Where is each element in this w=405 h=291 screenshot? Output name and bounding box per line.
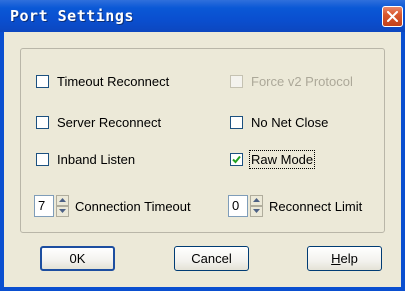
reconnect-limit-label: Reconnect Limit — [269, 198, 363, 214]
arrow-down-icon — [253, 209, 260, 213]
ok-button[interactable]: 0K — [40, 246, 115, 271]
title-bar[interactable]: Port Settings — [0, 0, 405, 32]
spin-up-button[interactable] — [250, 195, 263, 206]
spin-down-button[interactable] — [250, 206, 263, 217]
server-reconnect-checkbox[interactable]: Server Reconnect — [36, 114, 161, 130]
timeout-reconnect-label: Timeout Reconnect — [57, 73, 170, 89]
arrow-down-icon — [59, 209, 66, 213]
arrow-up-icon — [59, 198, 66, 202]
window-frame-bottom — [0, 287, 405, 291]
help-label: elp — [340, 251, 358, 266]
checkbox-box[interactable] — [36, 152, 49, 166]
inband-listen-checkbox[interactable]: Inband Listen — [36, 151, 135, 167]
no-net-close-label: No Net Close — [251, 114, 329, 130]
window-frame-right — [401, 32, 405, 291]
checkbox-box[interactable] — [230, 115, 243, 129]
help-mnemonic: H — [331, 251, 341, 266]
raw-mode-label: Raw Mode — [248, 149, 316, 169]
window-frame-left — [0, 32, 4, 291]
close-icon — [387, 11, 398, 22]
raw-mode-checkbox[interactable]: Raw Mode — [230, 149, 316, 169]
checkbox-box[interactable] — [36, 115, 49, 129]
force-v2-protocol-label: Force v2 Protocol — [251, 73, 353, 89]
reconnect-limit-spinner: 0 Reconnect Limit — [228, 195, 362, 217]
connection-timeout-input[interactable]: 7 — [34, 195, 54, 217]
checkbox-box — [230, 74, 243, 88]
port-settings-dialog: Port Settings Timeout Reconnect Force v2… — [0, 0, 405, 291]
spin-down-button[interactable] — [56, 206, 69, 217]
connection-timeout-label: Connection Timeout — [75, 198, 191, 214]
checkbox-box[interactable] — [36, 74, 49, 88]
force-v2-protocol-checkbox: Force v2 Protocol — [230, 73, 353, 89]
spin-up-button[interactable] — [56, 195, 69, 206]
close-button[interactable] — [382, 6, 403, 27]
timeout-reconnect-checkbox[interactable]: Timeout Reconnect — [36, 73, 169, 89]
dialog-title: Port Settings — [10, 7, 134, 25]
cancel-button[interactable]: Cancel — [174, 246, 249, 271]
connection-timeout-spinner: 7 Connection Timeout — [34, 195, 191, 217]
arrow-up-icon — [253, 198, 260, 202]
inband-listen-label: Inband Listen — [57, 151, 136, 167]
reconnect-limit-input[interactable]: 0 — [228, 195, 248, 217]
server-reconnect-label: Server Reconnect — [57, 114, 162, 130]
checkbox-box-checked[interactable] — [230, 152, 243, 166]
no-net-close-checkbox[interactable]: No Net Close — [230, 114, 328, 130]
reconnect-limit-arrows — [250, 195, 263, 217]
checkmark-icon — [232, 155, 241, 163]
help-button[interactable]: Help — [307, 246, 382, 271]
connection-timeout-arrows — [56, 195, 69, 217]
